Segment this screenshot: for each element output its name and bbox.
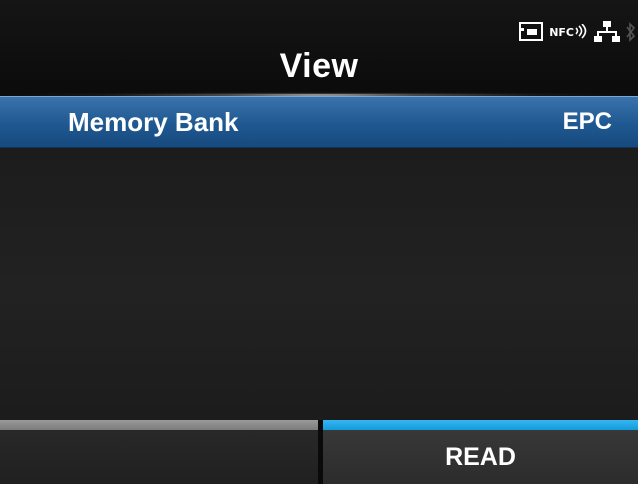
header: NFC View (0, 0, 638, 98)
list-item-label: Memory Bank (68, 107, 239, 137)
list-item-value: EPC (562, 108, 612, 135)
right-softkey-indicator (323, 420, 638, 430)
left-softkey-indicator (0, 420, 318, 430)
read-button[interactable]: READ (323, 420, 638, 484)
softkey-bar: READ (0, 420, 638, 484)
page-title: View (279, 47, 359, 85)
card-slot-icon (519, 22, 544, 42)
bluetooth-icon (626, 21, 636, 43)
left-softkey-label (0, 430, 318, 484)
network-lan-icon (594, 21, 620, 43)
settings-list: Memory Bank EPC (0, 96, 638, 420)
nfc-icon: NFC (549, 24, 588, 40)
list-item-memory-bank[interactable]: Memory Bank EPC (0, 96, 638, 148)
printer-display: NFC View Memory Bank EPC READ (0, 0, 638, 484)
status-bar: NFC (519, 20, 638, 44)
left-softkey[interactable] (0, 420, 318, 484)
read-button-label: READ (445, 443, 516, 471)
